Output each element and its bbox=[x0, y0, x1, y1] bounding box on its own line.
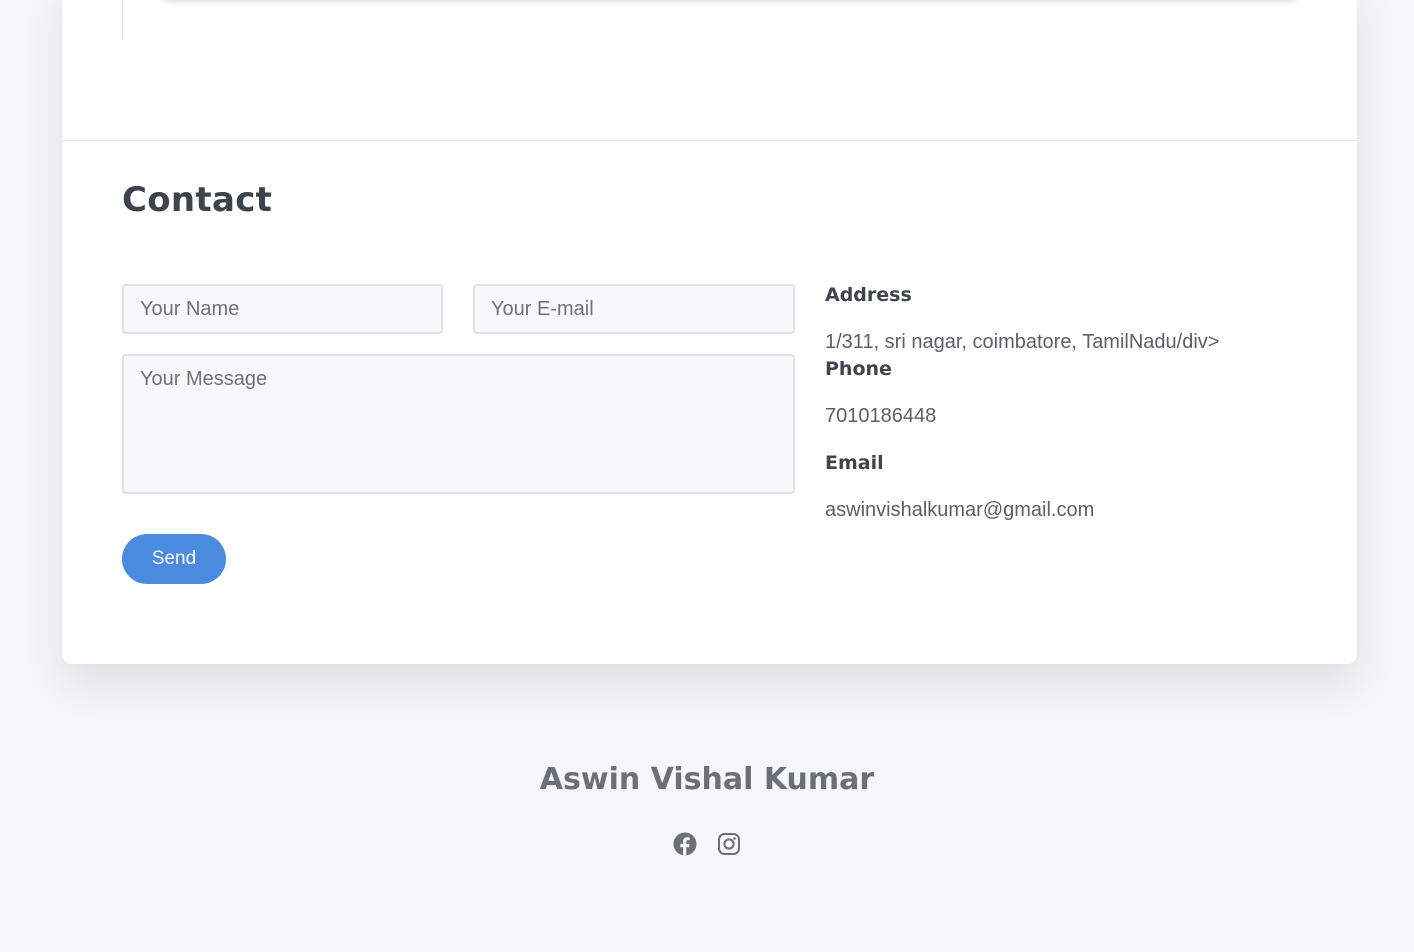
instagram-icon[interactable] bbox=[717, 832, 741, 856]
email-value: aswinvishalkumar@gmail.com bbox=[825, 499, 1095, 521]
social-links bbox=[0, 832, 1414, 856]
email-heading: Email bbox=[825, 452, 884, 474]
name-input[interactable] bbox=[122, 284, 443, 334]
phone-heading: Phone bbox=[825, 358, 892, 380]
footer-name: Aswin Vishal Kumar bbox=[539, 762, 875, 797]
email-input[interactable] bbox=[473, 284, 795, 334]
section-divider bbox=[62, 140, 1357, 141]
facebook-icon[interactable] bbox=[673, 832, 697, 856]
address-value: 1/311, sri nagar, coimbatore, TamilNadu/… bbox=[825, 331, 1220, 353]
send-button[interactable]: Send bbox=[122, 534, 226, 584]
address-heading: Address bbox=[825, 284, 912, 306]
message-textarea[interactable] bbox=[122, 354, 795, 494]
previous-section-line bbox=[122, 0, 123, 40]
contact-title: Contact bbox=[122, 180, 273, 220]
phone-value: 7010186448 bbox=[825, 405, 937, 427]
content-card: Contact Send Address 1/311, sri nagar, c… bbox=[62, 0, 1357, 664]
